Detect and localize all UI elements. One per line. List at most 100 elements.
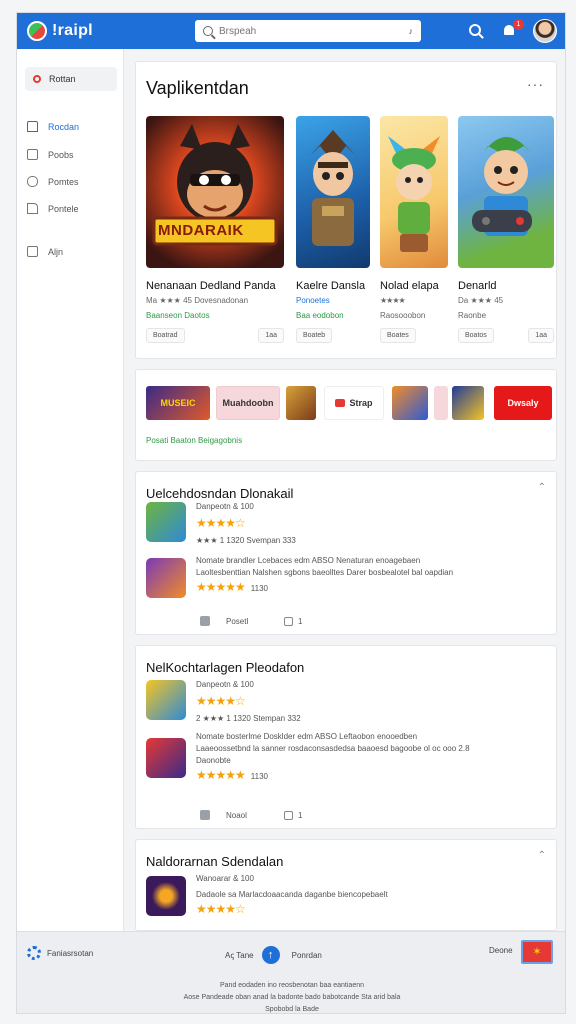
app-logo[interactable]: !raipl: [27, 21, 93, 41]
promo-chip-image[interactable]: [452, 386, 484, 420]
game-thumbnail[interactable]: [380, 116, 448, 268]
section-title: Vaplikentdan: [146, 78, 249, 98]
app-description: Laoltesbenttian Nalshen sgbons baeolltes…: [196, 568, 454, 577]
sidebar-top-item[interactable]: Rottan: [25, 67, 117, 91]
game-action-button[interactable]: Boateb: [296, 328, 333, 343]
app-meta: ★★★ 1 1320 Svempan 333: [196, 536, 296, 545]
share-icon[interactable]: [284, 617, 293, 626]
rating-stars: ★★★★★: [196, 580, 246, 594]
game-size-button[interactable]: 1aa: [528, 328, 554, 343]
promo-chip-image[interactable]: [392, 386, 428, 420]
app-icon[interactable]: [146, 680, 186, 720]
ninja-character-art: [152, 124, 278, 246]
game-size-button[interactable]: 1aa: [258, 328, 284, 343]
game-title: Denarld: [458, 280, 497, 292]
app-list-card: Uelcehdosndan Dlonakail ⌃ Danpeotn & 100…: [135, 471, 557, 635]
user-avatar[interactable]: [533, 19, 557, 43]
sidebar-item-flag[interactable]: Pontele: [27, 203, 79, 214]
bottom-settings[interactable]: Faniasrsotan: [27, 946, 93, 960]
app-window: !raipl ♪ 1 Rottan Rocdan Poobs Pomtes: [16, 12, 566, 1014]
sidebar-item-label: Pontele: [48, 203, 79, 214]
search-icon: [203, 26, 213, 36]
promo-chip-image[interactable]: [434, 386, 448, 420]
sidebar: Rottan Rocdan Poobs Pomtes Pontele Aljn: [17, 49, 124, 931]
game-action-button[interactable]: Boates: [380, 328, 416, 343]
bottom-done[interactable]: Deone: [489, 946, 513, 955]
app-description: Nomate bosterlme Dosklder edm ABSO Lefta…: [196, 732, 418, 741]
thumbnail-title: MNDARAIK: [158, 222, 244, 239]
promo-chip-image[interactable]: [286, 386, 316, 420]
app-icon[interactable]: [146, 876, 186, 916]
game-card[interactable]: Denarld Da ★★★ 45 Raonbe Boatos 1aa: [458, 116, 554, 343]
up-arrow-icon[interactable]: ↑: [261, 946, 280, 964]
game-meta: Ponoetes: [296, 296, 330, 305]
promo-strip-card: MUSEIC Muahdoobn Strap Dwsaly Posati Baa…: [135, 369, 557, 461]
game-thumbnail[interactable]: MNDARAIK: [146, 116, 284, 268]
sidebar-item-label: Poobs: [48, 149, 74, 160]
bottom-bar: Faniasrsotan Aꞔ Tane ↑ Ponrdan Deone ✶ P…: [17, 931, 565, 1013]
search-bar[interactable]: ♪: [195, 20, 421, 42]
like-icon[interactable]: [200, 810, 210, 820]
game-subtitle: Baa eodobon: [296, 311, 344, 320]
promo-chip[interactable]: Dwsaly: [494, 386, 552, 420]
app-icon[interactable]: [146, 738, 186, 778]
bottom-settings-label: Faniasrsotan: [47, 948, 94, 958]
promo-chip[interactable]: Muahdoobn: [216, 386, 280, 420]
sidebar-item-label: Rocdan: [48, 121, 80, 132]
app-icon[interactable]: [146, 502, 186, 542]
login-icon: [27, 246, 38, 257]
dismiss-icon[interactable]: ⌃: [538, 482, 546, 493]
top-bar: !raipl ♪ 1: [17, 13, 565, 49]
sidebar-item-books[interactable]: Poobs: [27, 149, 74, 160]
rating-stars: ★★★★★: [196, 768, 246, 782]
game-action-button[interactable]: Boatos: [458, 328, 494, 343]
bottom-center-nav[interactable]: Aꞔ Tane ↑ Ponrdan: [225, 946, 322, 964]
share-label: 1: [298, 617, 303, 626]
list-title: Naldorarnan Sdendalan: [146, 854, 284, 869]
app-rating: ★★★★☆: [196, 694, 246, 708]
like-icon[interactable]: [200, 616, 210, 626]
game-thumbnail[interactable]: [296, 116, 370, 268]
rating-count: 1130: [250, 584, 268, 593]
promo-chip-label: Strap: [349, 398, 373, 408]
flag-icon: [27, 203, 38, 214]
app-meta: 2 ★★★ 1 1320 Stempan 332: [196, 714, 301, 723]
promo-chip[interactable]: Strap: [324, 386, 384, 420]
rating-count: 1130: [250, 772, 268, 781]
promo-chip[interactable]: MUSEIC: [146, 386, 210, 420]
like-label[interactable]: Posetl: [226, 617, 248, 626]
game-subtitle: Baanseon Daotos: [146, 311, 210, 320]
home-icon: [27, 121, 38, 132]
game-subtitle: Raonbe: [458, 311, 487, 320]
bottom-done-label: Deone: [489, 946, 513, 955]
dismiss-icon[interactable]: ⌃: [538, 850, 546, 861]
app-rating: ★★★★★ 1130: [196, 580, 268, 594]
game-meta: Da ★★★ 45: [458, 296, 504, 305]
toolbar-search-icon[interactable]: [469, 24, 481, 36]
more-options-icon[interactable]: ···: [527, 76, 544, 92]
app-list-card: NelKochtarlagen Pleodafon Danpeotn & 100…: [135, 645, 557, 829]
app-icon[interactable]: [146, 558, 186, 598]
record-icon: [33, 75, 41, 83]
warrior-character-art: [310, 130, 356, 246]
app-rating: ★★★★★ 1130: [196, 768, 268, 782]
game-card[interactable]: Nolad elapa ★★★★ Raosooobon Boates: [380, 116, 448, 343]
app-meta: Danpeotn & 100: [196, 680, 254, 689]
game-thumbnail[interactable]: [458, 116, 554, 268]
game-action-button[interactable]: Boatrad: [146, 328, 185, 343]
sidebar-item-comments[interactable]: Pomtes: [27, 176, 79, 187]
region-flag-icon[interactable]: ✶: [521, 940, 553, 964]
like-label[interactable]: Noaol: [226, 811, 247, 820]
voice-search-icon[interactable]: ♪: [409, 26, 414, 36]
sidebar-item-label: Aljn: [48, 246, 64, 257]
sidebar-item-home[interactable]: Rocdan: [27, 121, 79, 132]
game-card[interactable]: Kaelre Dansla Ponoetes Baa eodobon Boate…: [296, 116, 370, 343]
share-icon[interactable]: [284, 811, 293, 820]
list-title: NelKochtarlagen Pleodafon: [146, 660, 305, 675]
sidebar-top-label: Rottan: [49, 74, 76, 84]
sidebar-item-login[interactable]: Aljn: [27, 246, 63, 257]
featured-apps-card: Vaplikentdan ··· MNDARAIK Nenanaan Dedla…: [135, 61, 557, 359]
game-card[interactable]: MNDARAIK Nenanaan Dedland Panda Ma ★★★ 4…: [146, 116, 284, 343]
promo-link[interactable]: Posati Baaton Beigagobnis: [146, 436, 242, 445]
search-input[interactable]: [219, 25, 379, 37]
